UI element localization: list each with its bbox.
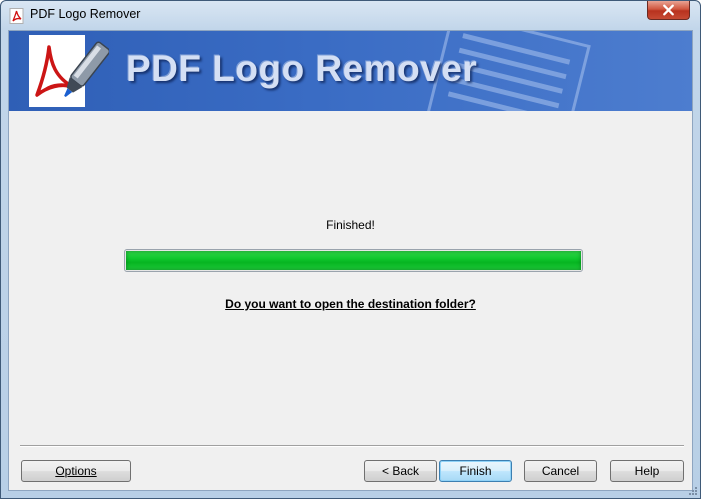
- close-icon: [663, 4, 674, 16]
- header-banner: PDF Logo Remover: [9, 31, 692, 111]
- status-label: Finished!: [326, 218, 375, 232]
- progress-bar: [124, 249, 583, 272]
- app-window: PDF Logo Remover PDF Logo Remover Finish…: [0, 0, 701, 499]
- help-button-label: Help: [634, 464, 660, 478]
- banner-title: PDF Logo Remover: [126, 48, 478, 89]
- window-title: PDF Logo Remover: [30, 7, 141, 21]
- cancel-button[interactable]: Cancel: [524, 460, 597, 482]
- footer-divider: [20, 445, 684, 447]
- pdf-app-icon: [9, 8, 24, 24]
- finish-button-label: Finish: [459, 464, 492, 478]
- resize-grip-icon[interactable]: [688, 486, 698, 496]
- close-button[interactable]: [647, 1, 690, 20]
- back-button[interactable]: < Back: [364, 460, 437, 482]
- marker-pen-icon: [64, 41, 109, 98]
- options-button-label: Options: [55, 464, 97, 478]
- options-button[interactable]: Options: [21, 460, 131, 482]
- finish-button[interactable]: Finish: [439, 460, 512, 482]
- title-bar[interactable]: PDF Logo Remover: [1, 1, 700, 30]
- cancel-button-label: Cancel: [541, 464, 580, 478]
- open-destination-folder-link[interactable]: Do you want to open the destination fold…: [9, 297, 692, 311]
- progress-fill: [126, 251, 581, 270]
- wizard-client-area: PDF Logo Remover Finished! Do you want t…: [8, 30, 693, 491]
- help-button[interactable]: Help: [610, 460, 684, 482]
- back-button-label: < Back: [381, 464, 420, 478]
